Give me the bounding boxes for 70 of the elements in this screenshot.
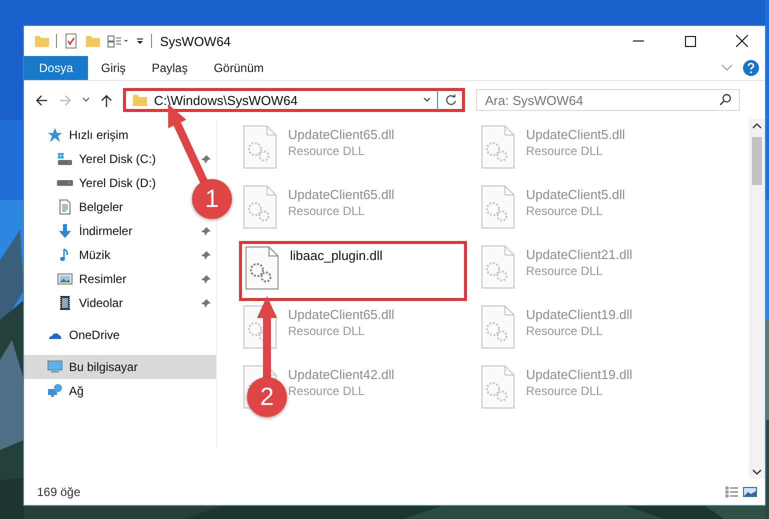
nav-item[interactable]: Videolar xyxy=(24,291,216,315)
film-icon xyxy=(57,295,73,311)
scroll-up-icon[interactable] xyxy=(752,123,762,129)
minimize-icon xyxy=(632,40,644,42)
gears-file-icon xyxy=(243,125,277,169)
file-type: Resource DLL xyxy=(526,144,603,158)
close-icon xyxy=(736,35,748,47)
file-type: Resource DLL xyxy=(526,204,603,218)
nav-item[interactable]: Belgeler xyxy=(24,195,128,219)
file-type: Resource DLL xyxy=(526,324,603,338)
gears-file-icon xyxy=(243,185,277,229)
nav-item[interactable]: Müzik xyxy=(24,243,216,267)
nav-item[interactable]: Hızlı erişim xyxy=(24,123,132,147)
dropdown-icon[interactable] xyxy=(423,96,431,104)
file-type: Resource DLL xyxy=(288,384,365,398)
properties-icon xyxy=(107,33,129,49)
file-type: Resource DLL xyxy=(526,264,603,278)
back-arrow-icon[interactable] xyxy=(34,92,49,108)
document-icon xyxy=(57,199,73,215)
ribbon-tab[interactable]: Görünüm xyxy=(200,56,277,80)
customize-menu-icon[interactable] xyxy=(135,36,145,46)
up-arrow-icon[interactable] xyxy=(99,92,114,108)
scroll-thumb[interactable] xyxy=(752,137,762,185)
drive-icon xyxy=(57,180,73,186)
gears-file-icon xyxy=(481,365,515,409)
pictures-icon xyxy=(57,271,73,287)
gears-file-icon xyxy=(481,185,515,229)
download-icon xyxy=(57,223,73,239)
nav-item[interactable]: Bu bilgisayar xyxy=(24,355,216,379)
drive-icon xyxy=(57,151,73,167)
nav-item[interactable]: Ağ xyxy=(24,379,88,403)
nav-item[interactable]: OneDrive xyxy=(24,323,124,347)
folder-icon xyxy=(34,33,50,49)
recent-dropdown-icon[interactable] xyxy=(82,96,90,104)
nav-item[interactable]: Resimler xyxy=(24,267,216,291)
gears-file-icon xyxy=(245,246,279,290)
large-icons-view-icon[interactable] xyxy=(743,486,757,498)
item-count: 169 öğe xyxy=(37,485,80,499)
folder-icon xyxy=(85,33,101,49)
details-view-icon[interactable] xyxy=(725,486,739,498)
nav-item[interactable]: Yerel Disk (C:) xyxy=(24,147,216,171)
file-type: Resource DLL xyxy=(288,204,365,218)
nav-item[interactable]: İndirmeler xyxy=(24,219,216,243)
gears-file-icon xyxy=(481,125,515,169)
refresh-icon[interactable] xyxy=(444,93,458,107)
ribbon-tab[interactable]: Paylaş xyxy=(138,56,201,80)
address-path: C:\Windows\SysWOW64 xyxy=(154,92,298,108)
monitor-icon xyxy=(47,359,63,375)
gears-file-icon xyxy=(481,245,515,289)
expand-ribbon-icon[interactable] xyxy=(721,64,733,72)
window-title: SysWOW64 xyxy=(160,34,231,48)
file-type: Resource DLL xyxy=(288,144,365,158)
file-type: Resource DLL xyxy=(526,384,603,398)
maximize-icon xyxy=(684,36,696,46)
address-bar[interactable]: C:\Windows\SysWOW64 xyxy=(123,88,465,112)
network-icon xyxy=(47,383,63,399)
file-name[interactable]: libaac_plugin.dll xyxy=(290,248,383,263)
checklist-icon xyxy=(63,33,79,49)
star-icon xyxy=(47,127,63,143)
search-field[interactable]: Ara: SysWOW64 xyxy=(476,89,740,111)
search-icon xyxy=(719,93,732,106)
nav-item[interactable]: Yerel Disk (D:) xyxy=(24,171,160,195)
file-type: Resource DLL xyxy=(288,324,365,338)
scrollbar[interactable] xyxy=(749,119,765,479)
scroll-down-icon[interactable] xyxy=(752,469,762,475)
help-icon[interactable] xyxy=(743,60,759,76)
ribbon-tab[interactable]: Giriş xyxy=(88,56,139,80)
ribbon-tab[interactable]: Dosya xyxy=(24,56,88,80)
folder-icon xyxy=(132,92,148,108)
gears-file-icon xyxy=(481,305,515,349)
